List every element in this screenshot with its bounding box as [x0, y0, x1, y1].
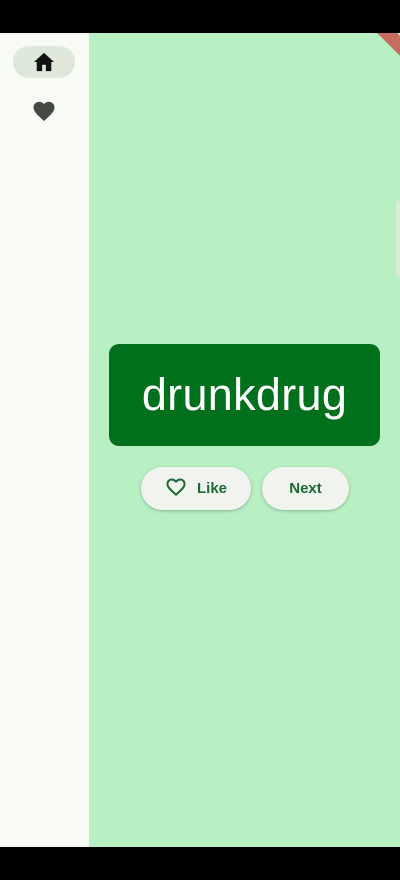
debug-banner — [363, 33, 400, 63]
status-bar — [0, 0, 400, 33]
action-row: Like Next — [141, 467, 349, 510]
word-card: drunkdrug — [109, 344, 380, 446]
app: drunkdrug Like Next — [0, 33, 400, 847]
edge-handle[interactable] — [396, 201, 400, 277]
like-button-label: Like — [196, 480, 227, 497]
main-content: drunkdrug Like Next — [89, 33, 400, 847]
navigation-rail — [0, 33, 89, 847]
like-button[interactable]: Like — [141, 467, 251, 510]
next-button[interactable]: Next — [262, 467, 349, 510]
bottom-bar — [0, 847, 400, 880]
home-icon — [33, 52, 55, 72]
next-button-label: Next — [289, 480, 322, 497]
rail-item-favorites[interactable] — [13, 95, 75, 127]
rail-item-home[interactable] — [13, 46, 75, 78]
word-text: drunkdrug — [141, 369, 348, 420]
heart-outline-icon — [165, 477, 187, 501]
heart-icon — [32, 100, 56, 122]
